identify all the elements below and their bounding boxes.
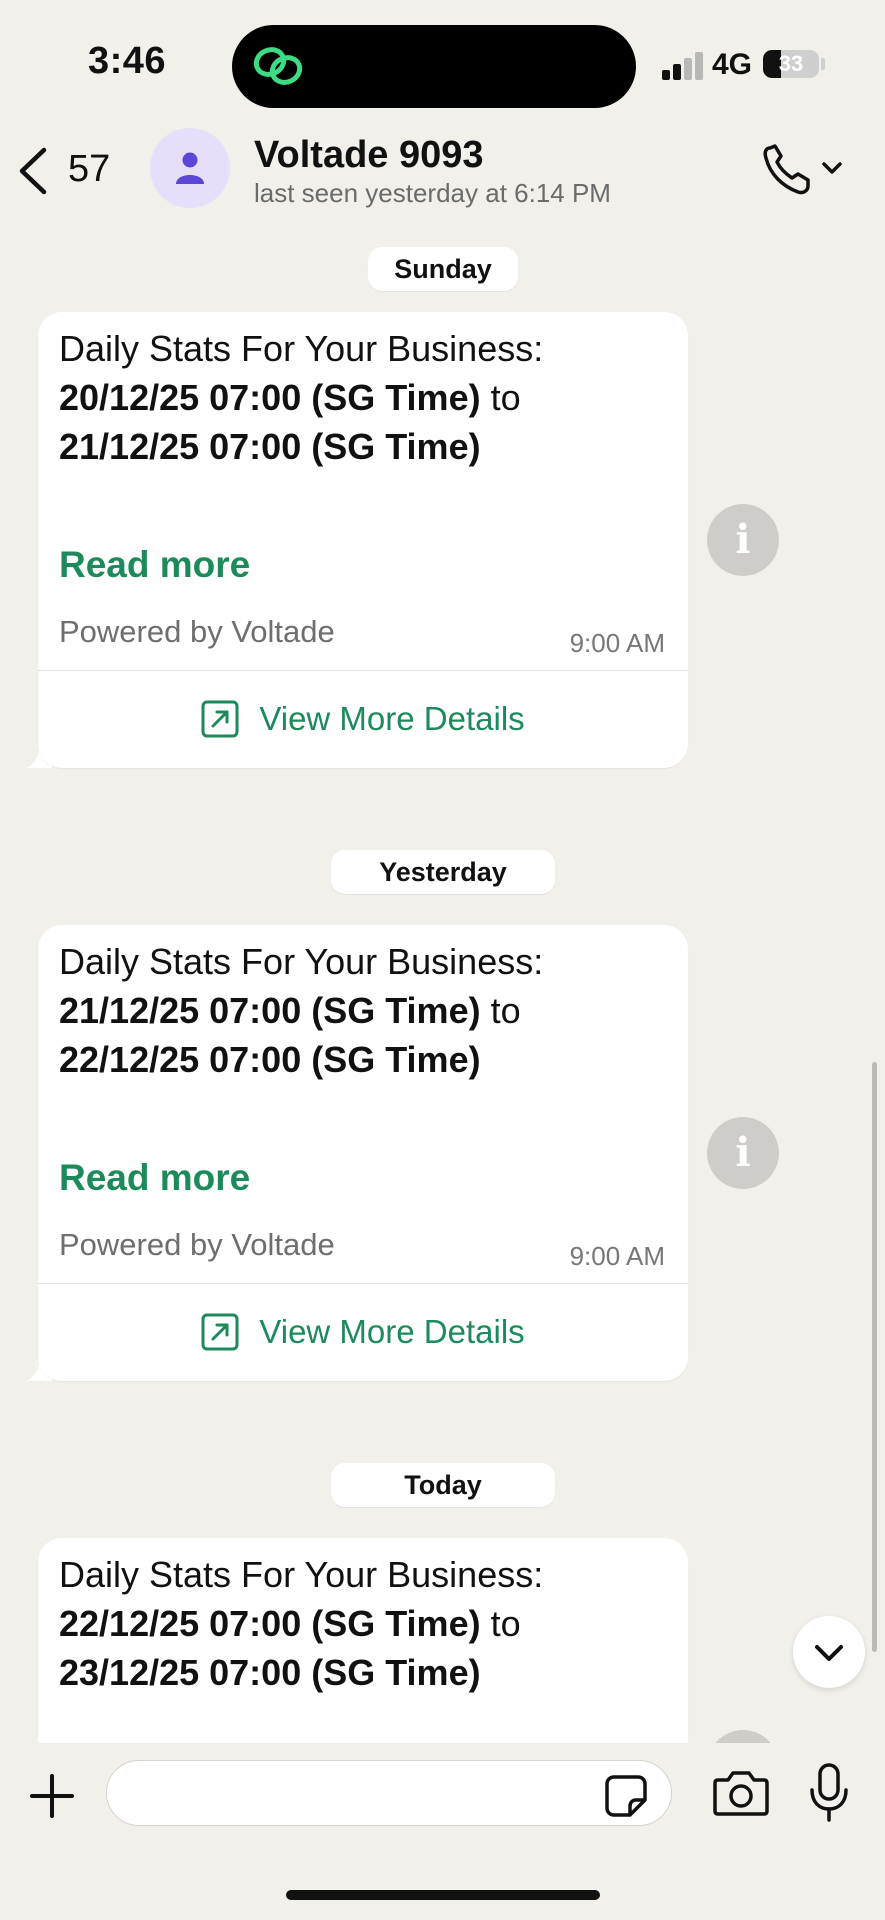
message-input[interactable] (131, 1773, 605, 1815)
view-more-label: View More Details (259, 700, 525, 737)
carrier-label: 4G (712, 48, 753, 81)
info-button[interactable]: i (707, 1117, 779, 1189)
scroll-to-bottom-button[interactable] (793, 1616, 865, 1688)
view-more-label: View More Details (259, 1313, 525, 1350)
home-indicator[interactable] (286, 1890, 600, 1900)
sticker-icon[interactable] (604, 1774, 648, 1818)
powered-by-footer: Powered by Voltade (59, 614, 335, 649)
chevron-left-icon[interactable] (16, 146, 52, 196)
external-link-icon (201, 1313, 239, 1351)
person-icon (176, 152, 204, 184)
battery-tip (821, 58, 825, 70)
read-more-link[interactable]: Read more (59, 544, 250, 586)
back-count[interactable]: 57 (68, 148, 110, 191)
message-time: 9:00 AM (569, 628, 665, 658)
link-app-icon (253, 47, 303, 85)
microphone-icon[interactable] (806, 1762, 852, 1824)
battery-icon: 33 (763, 50, 819, 78)
avatar[interactable] (150, 128, 230, 208)
view-more-details-button[interactable]: View More Details (38, 671, 688, 767)
message-text: Daily Stats For Your Business: 20/12/25 … (59, 328, 544, 467)
message-bubble: Daily Stats For Your Business: 21/12/25 … (38, 925, 688, 1381)
message-bubble: Daily Stats For Your Business: 20/12/25 … (38, 312, 688, 768)
chevron-down-icon (815, 1645, 843, 1661)
date-chip: Sunday (368, 247, 518, 291)
contact-status: last seen yesterday at 6:14 PM (254, 178, 611, 208)
contact-name[interactable]: Voltade 9093 (254, 134, 484, 177)
date-chip: Today (331, 1463, 555, 1507)
scrollbar[interactable] (872, 1062, 877, 1652)
message-time: 9:00 AM (569, 1241, 665, 1271)
powered-by-footer: Powered by Voltade (59, 1227, 335, 1262)
message-text: Daily Stats For Your Business: 22/12/25 … (59, 1554, 544, 1693)
phone-icon[interactable] (760, 140, 856, 200)
plus-icon[interactable] (28, 1772, 76, 1820)
info-icon: i (735, 516, 751, 563)
view-more-details-button[interactable]: View More Details (38, 1284, 688, 1380)
signal-icon (662, 50, 706, 80)
info-button[interactable]: i (707, 504, 779, 576)
date-chip: Yesterday (331, 850, 555, 894)
battery-percent: 33 (778, 51, 804, 76)
read-more-link[interactable]: Read more (59, 1157, 250, 1199)
camera-icon[interactable] (712, 1768, 770, 1818)
message-text: Daily Stats For Your Business: 21/12/25 … (59, 941, 544, 1080)
external-link-icon (201, 700, 239, 738)
status-time: 3:46 (88, 40, 167, 82)
message-bubble: Daily Stats For Your Business: 22/12/25 … (38, 1538, 688, 1778)
info-icon: i (735, 1129, 751, 1176)
message-input-field[interactable] (106, 1760, 672, 1826)
